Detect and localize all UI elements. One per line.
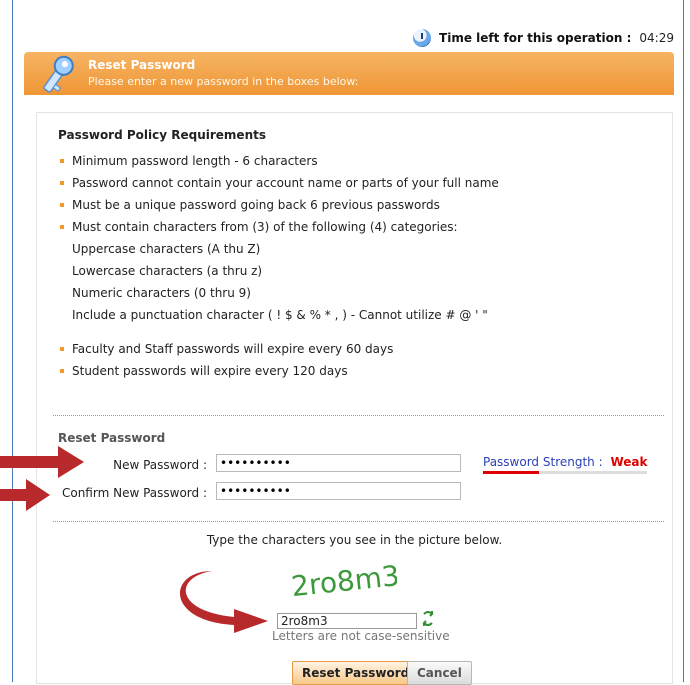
- policy-expiry: Faculty and Staff passwords will expire …: [58, 338, 658, 360]
- arrow-annotation-confirm-password: [0, 479, 50, 511]
- divider: [53, 415, 664, 416]
- captcha-case-note: Letters are not case-sensitive: [272, 629, 450, 643]
- reset-password-button[interactable]: Reset Password: [292, 661, 420, 685]
- policy-title: Password Policy Requirements: [58, 128, 266, 142]
- policy-expiry: Student passwords will expire every 120 …: [58, 360, 658, 382]
- strength-value: Weak: [610, 455, 648, 469]
- strength-meter: [483, 471, 647, 474]
- policy-category: Uppercase characters (A thu Z): [72, 242, 261, 256]
- policy-section: Password Policy Requirements Minimum pas…: [58, 128, 658, 382]
- divider: [53, 521, 664, 522]
- policy-item: Must be a unique password going back 6 p…: [58, 194, 658, 216]
- captcha-input[interactable]: 2ro8m3: [277, 613, 417, 629]
- strength-label: Password Strength :: [483, 455, 603, 469]
- timer-value: 04:29: [639, 31, 674, 45]
- password-strength: Password Strength : Weak: [483, 455, 648, 469]
- timer-bar: Time left for this operation : 04:29: [413, 27, 674, 49]
- reset-password-header: Reset Password Please enter a new passwo…: [24, 52, 674, 95]
- refresh-captcha-icon[interactable]: [421, 609, 435, 629]
- timer-label: Time left for this operation :: [439, 31, 632, 45]
- policy-category: Numeric characters (0 thru 9): [72, 286, 251, 300]
- policy-item: Must contain characters from (3) of the …: [58, 216, 658, 238]
- cancel-button[interactable]: Cancel: [407, 661, 472, 685]
- confirm-password-label: Confirm New Password :: [61, 486, 207, 500]
- policy-category: Lowercase characters (a thru z): [72, 264, 263, 278]
- header-title: Reset Password: [88, 58, 196, 72]
- policy-item: Password cannot contain your account nam…: [58, 172, 658, 194]
- policy-item: Minimum password length - 6 characters: [58, 150, 658, 172]
- content-panel: Password Policy Requirements Minimum pas…: [36, 112, 673, 685]
- policy-category: Include a punctuation character ( ! $ & …: [72, 308, 488, 322]
- header-subtitle: Please enter a new password in the boxes…: [88, 75, 359, 88]
- new-password-label: New Password :: [113, 458, 207, 472]
- captcha-image-text: 2ro8m3: [290, 561, 397, 601]
- arrow-annotation-captcha: [179, 571, 268, 633]
- new-password-input[interactable]: ••••••••••: [216, 454, 461, 472]
- captcha-image: 2ro8m3: [290, 561, 397, 601]
- strength-meter-fill: [483, 471, 539, 474]
- captcha-instruction: Type the characters you see in the pictu…: [206, 533, 503, 547]
- clock-icon: [413, 29, 432, 47]
- key-icon: [43, 55, 74, 93]
- confirm-password-input[interactable]: ••••••••••: [216, 482, 461, 500]
